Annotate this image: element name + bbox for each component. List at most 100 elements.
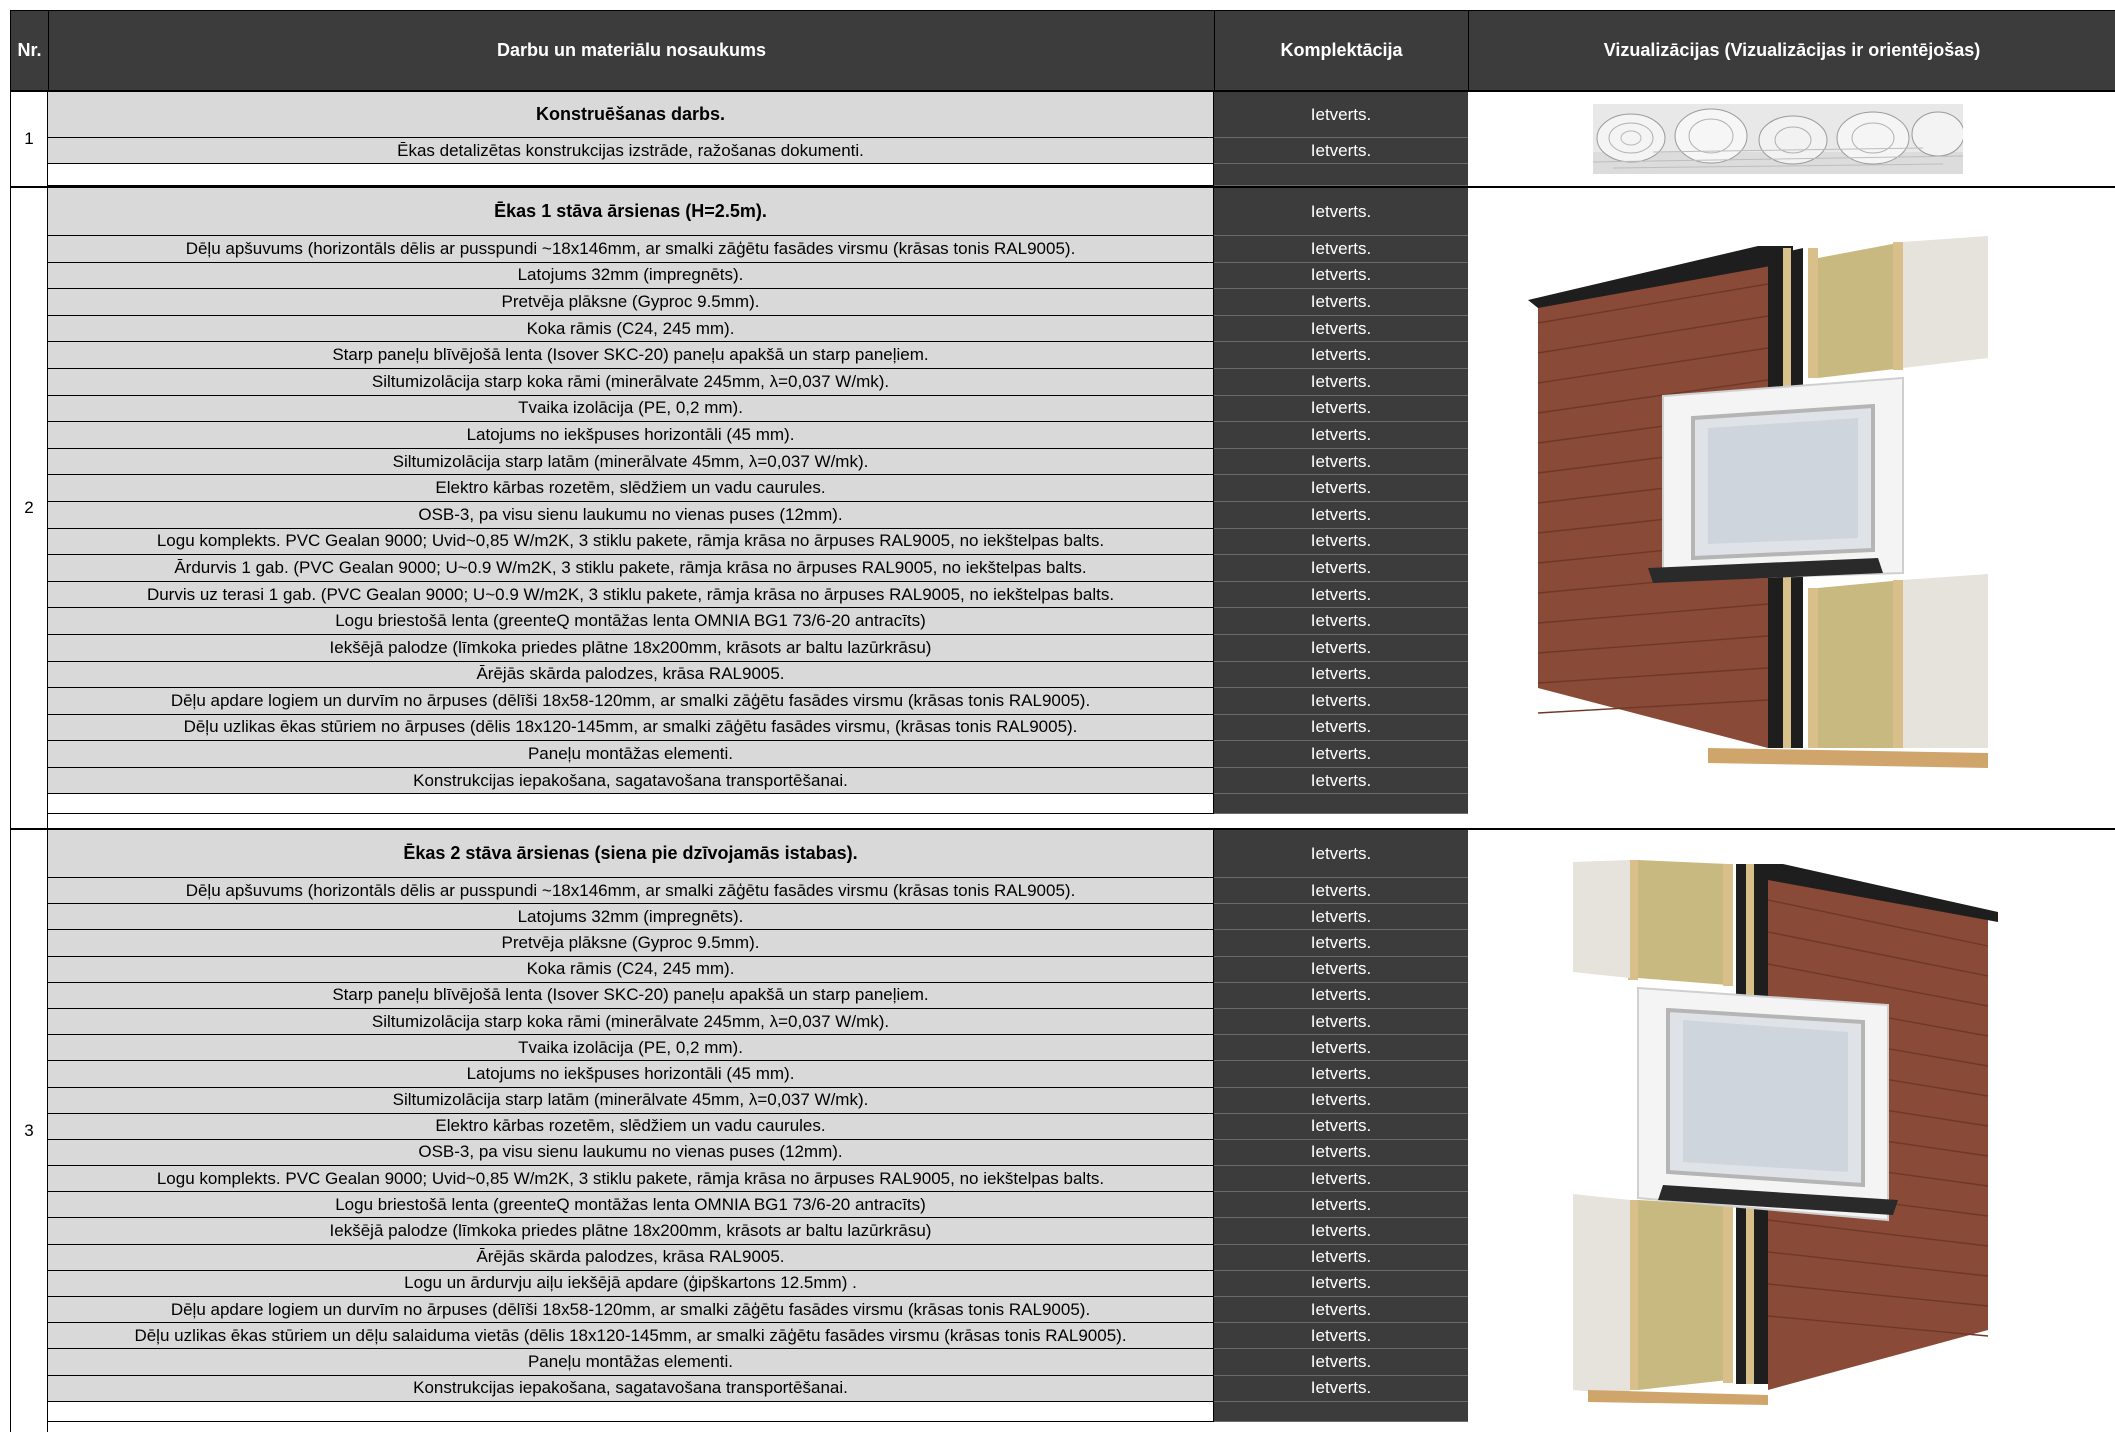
status-cell: Ietverts. bbox=[1214, 634, 1468, 662]
section-title: Konstruēšanas darbs. bbox=[48, 92, 1214, 138]
item-name: Konstrukcijas iepakošana, sagatavošana t… bbox=[48, 1375, 1214, 1402]
section-number: 3 bbox=[10, 830, 48, 1432]
status-cell: Ietverts. bbox=[1214, 904, 1468, 931]
wall-section-left-image bbox=[1573, 860, 1998, 1405]
item-name: Logu un ārdurvju aiļu iekšējā apdare (ģi… bbox=[48, 1270, 1214, 1297]
section-rows: Konstruēšanas darbs. Ietverts. Ēkas deta… bbox=[48, 92, 1468, 186]
table-row: Dēļu apšuvums (horizontāls dēlis ar puss… bbox=[48, 878, 1468, 905]
status-cell: Ietverts. bbox=[1214, 767, 1468, 795]
table-row: Ārdurvis 1 gab. (PVC Gealan 9000; U~0.9 … bbox=[48, 555, 1468, 582]
status-cell: Ietverts. bbox=[1214, 1323, 1468, 1350]
table-row: Latojums no iekšpuses horizontāli (45 mm… bbox=[48, 1061, 1468, 1088]
status-cell: Ietverts. bbox=[1214, 830, 1468, 878]
table-row: Starp paneļu blīvējošā lenta (Isover SKC… bbox=[48, 342, 1468, 369]
table-row: Logu komplekts. PVC Gealan 9000; Uvid~0,… bbox=[48, 1166, 1468, 1193]
header-komplektacija: Komplektācija bbox=[1214, 10, 1468, 90]
status-cell: Ietverts. bbox=[1214, 956, 1468, 983]
status-cell: Ietverts. bbox=[1214, 92, 1468, 138]
item-name: Logu briestošā lenta (greenteQ montāžas … bbox=[48, 608, 1214, 635]
table-row: Dēļu uzlikas ēkas stūriem no ārpuses (dē… bbox=[48, 714, 1468, 742]
status-cell: Ietverts. bbox=[1214, 368, 1468, 396]
table-row: Siltumizolācija starp koka rāmi (minerāl… bbox=[48, 368, 1468, 396]
item-name: Dēļu apšuvums (horizontāls dēlis ar puss… bbox=[48, 878, 1214, 905]
blank-cell bbox=[48, 164, 1214, 186]
status-cell: Ietverts. bbox=[1214, 236, 1468, 263]
item-name: OSB-3, pa visu sienu laukumu no vienas p… bbox=[48, 501, 1214, 529]
table-row: Ēkas detalizētas konstrukcijas izstrāde,… bbox=[48, 138, 1468, 164]
item-name: Logu komplekts. PVC Gealan 9000; Uvid~0,… bbox=[48, 1166, 1214, 1193]
specification-table: Nr. Darbu un materiālu nosaukums Komplek… bbox=[10, 10, 2115, 1432]
table-row: Starp paneļu blīvējošā lenta (Isover SKC… bbox=[48, 982, 1468, 1009]
status-cell: Ietverts. bbox=[1214, 1008, 1468, 1036]
status-cell: Ietverts. bbox=[1214, 1113, 1468, 1140]
blank-cell bbox=[48, 794, 1214, 815]
visualization-cell bbox=[1468, 830, 2115, 1432]
status-cell: Ietverts. bbox=[1214, 1087, 1468, 1114]
table-row: Ārējās skārda palodzes, krāsa RAL9005. Ie… bbox=[48, 1244, 1468, 1271]
status-cell: Ietverts. bbox=[1214, 930, 1468, 957]
item-name: Dēļu apdare logiem un durvīm no ārpuses … bbox=[48, 688, 1214, 715]
status-cell: Ietverts. bbox=[1214, 1244, 1468, 1271]
table-row: Dēļu apdare logiem un durvīm no ārpuses … bbox=[48, 688, 1468, 715]
table-row: Siltumizolācija starp latām (minerālvate… bbox=[48, 448, 1468, 476]
table-row: Konstrukcijas iepakošana, sagatavošana t… bbox=[48, 767, 1468, 795]
header-name: Darbu un materiālu nosaukums bbox=[48, 10, 1214, 90]
status-cell: Ietverts. bbox=[1214, 528, 1468, 556]
section-title-row: Ēkas 1 stāva ārsienas (H=2.5m). Ietverts. bbox=[48, 188, 1468, 236]
section-2: 2 Ēkas 1 stāva ārsienas (H=2.5m). Ietvert… bbox=[10, 186, 2115, 828]
table-row: Logu briestošā lenta (greenteQ montāžas … bbox=[48, 608, 1468, 635]
item-name: Elektro kārbas rozetēm, slēdžiem un vadu… bbox=[48, 475, 1214, 502]
item-name: Iekšējā palodze (līmkoka priedes plātne … bbox=[48, 634, 1214, 662]
table-row: Paneļu montāžas elementi. Ietverts. bbox=[48, 741, 1468, 768]
blank-status-cell bbox=[1214, 164, 1468, 186]
item-name: Pretvēja plāksne (Gyproc 9.5mm). bbox=[48, 289, 1214, 316]
status-cell: Ietverts. bbox=[1214, 1218, 1468, 1245]
item-name: Ēkas detalizētas konstrukcijas izstrāde,… bbox=[48, 138, 1214, 164]
item-name: Pretvēja plāksne (Gyproc 9.5mm). bbox=[48, 930, 1214, 957]
table-row: Dēļu uzlikas ēkas stūriem un dēļu salaid… bbox=[48, 1323, 1468, 1350]
status-cell: Ietverts. bbox=[1214, 342, 1468, 369]
table-row: Tvaika izolācija (PE, 0,2 mm). Ietverts. bbox=[48, 1035, 1468, 1062]
status-cell: Ietverts. bbox=[1214, 1061, 1468, 1088]
table-row: Konstrukcijas iepakošana, sagatavošana t… bbox=[48, 1375, 1468, 1402]
header-vizualizacijas: Vizualizācijas (Vizualizācijas ir orient… bbox=[1468, 10, 2115, 90]
item-name: Logu komplekts. PVC Gealan 9000; Uvid~0,… bbox=[48, 528, 1214, 556]
item-name: Siltumizolācija starp latām (minerālvate… bbox=[48, 1087, 1214, 1114]
item-name: OSB-3, pa visu sienu laukumu no vienas p… bbox=[48, 1139, 1214, 1167]
table-row: Logu komplekts. PVC Gealan 9000; Uvid~0,… bbox=[48, 528, 1468, 556]
status-cell: Ietverts. bbox=[1214, 688, 1468, 715]
wall-section-right-image bbox=[1528, 236, 1988, 768]
item-name: Siltumizolācija starp koka rāmi (minerāl… bbox=[48, 368, 1214, 396]
table-row: Latojums 32mm (impregnēts). Ietverts. bbox=[48, 904, 1468, 931]
table-row: Dēļu apdare logiem un durvīm no ārpuses … bbox=[48, 1297, 1468, 1324]
status-cell: Ietverts. bbox=[1214, 608, 1468, 635]
table-row: Pretvēja plāksne (Gyproc 9.5mm). Ietverts… bbox=[48, 930, 1468, 957]
status-cell: Ietverts. bbox=[1214, 555, 1468, 582]
table-row: Elektro kārbas rozetēm, slēdžiem un vadu… bbox=[48, 1113, 1468, 1140]
item-name: Tvaika izolācija (PE, 0,2 mm). bbox=[48, 1035, 1214, 1062]
item-name: Koka rāmis (C24, 245 mm). bbox=[48, 315, 1214, 343]
table-row: Siltumizolācija starp koka rāmi (minerāl… bbox=[48, 1008, 1468, 1036]
table-row: Elektro kārbas rozetēm, slēdžiem un vadu… bbox=[48, 475, 1468, 502]
table-row: Logu briestošā lenta (greenteQ montāžas … bbox=[48, 1192, 1468, 1219]
item-name: Dēļu uzlikas ēkas stūriem no ārpuses (dē… bbox=[48, 714, 1214, 742]
section-rows: Ēkas 1 stāva ārsienas (H=2.5m). Ietverts.… bbox=[48, 188, 1468, 815]
status-cell: Ietverts. bbox=[1214, 741, 1468, 768]
item-name: Siltumizolācija starp koka rāmi (minerāl… bbox=[48, 1008, 1214, 1036]
status-cell: Ietverts. bbox=[1214, 1349, 1468, 1376]
table-row: Latojums no iekšpuses horizontāli (45 mm… bbox=[48, 422, 1468, 449]
section-1: 1 Konstruēšanas darbs. Ietverts. Ēkas de… bbox=[10, 90, 2115, 186]
item-name: Latojums 32mm (impregnēts). bbox=[48, 904, 1214, 931]
blank-cell bbox=[48, 1401, 1214, 1422]
table-row: Pretvēja plāksne (Gyproc 9.5mm). Ietverts… bbox=[48, 289, 1468, 316]
section-title: Ēkas 1 stāva ārsienas (H=2.5m). bbox=[48, 188, 1214, 236]
item-name: Latojums no iekšpuses horizontāli (45 mm… bbox=[48, 1061, 1214, 1088]
section-rows: Ēkas 2 stāva ārsienas (siena pie dzīvoja… bbox=[48, 830, 1468, 1422]
section-title-row: Ēkas 2 stāva ārsienas (siena pie dzīvoja… bbox=[48, 830, 1468, 878]
status-cell: Ietverts. bbox=[1214, 395, 1468, 423]
status-cell: Ietverts. bbox=[1214, 262, 1468, 290]
section-3: 3 Ēkas 2 stāva ārsienas (siena pie dzīvo… bbox=[10, 828, 2115, 1432]
status-cell: Ietverts. bbox=[1214, 1297, 1468, 1324]
table-row: OSB-3, pa visu sienu laukumu no vienas p… bbox=[48, 501, 1468, 529]
table-row: OSB-3, pa visu sienu laukumu no vienas p… bbox=[48, 1139, 1468, 1167]
